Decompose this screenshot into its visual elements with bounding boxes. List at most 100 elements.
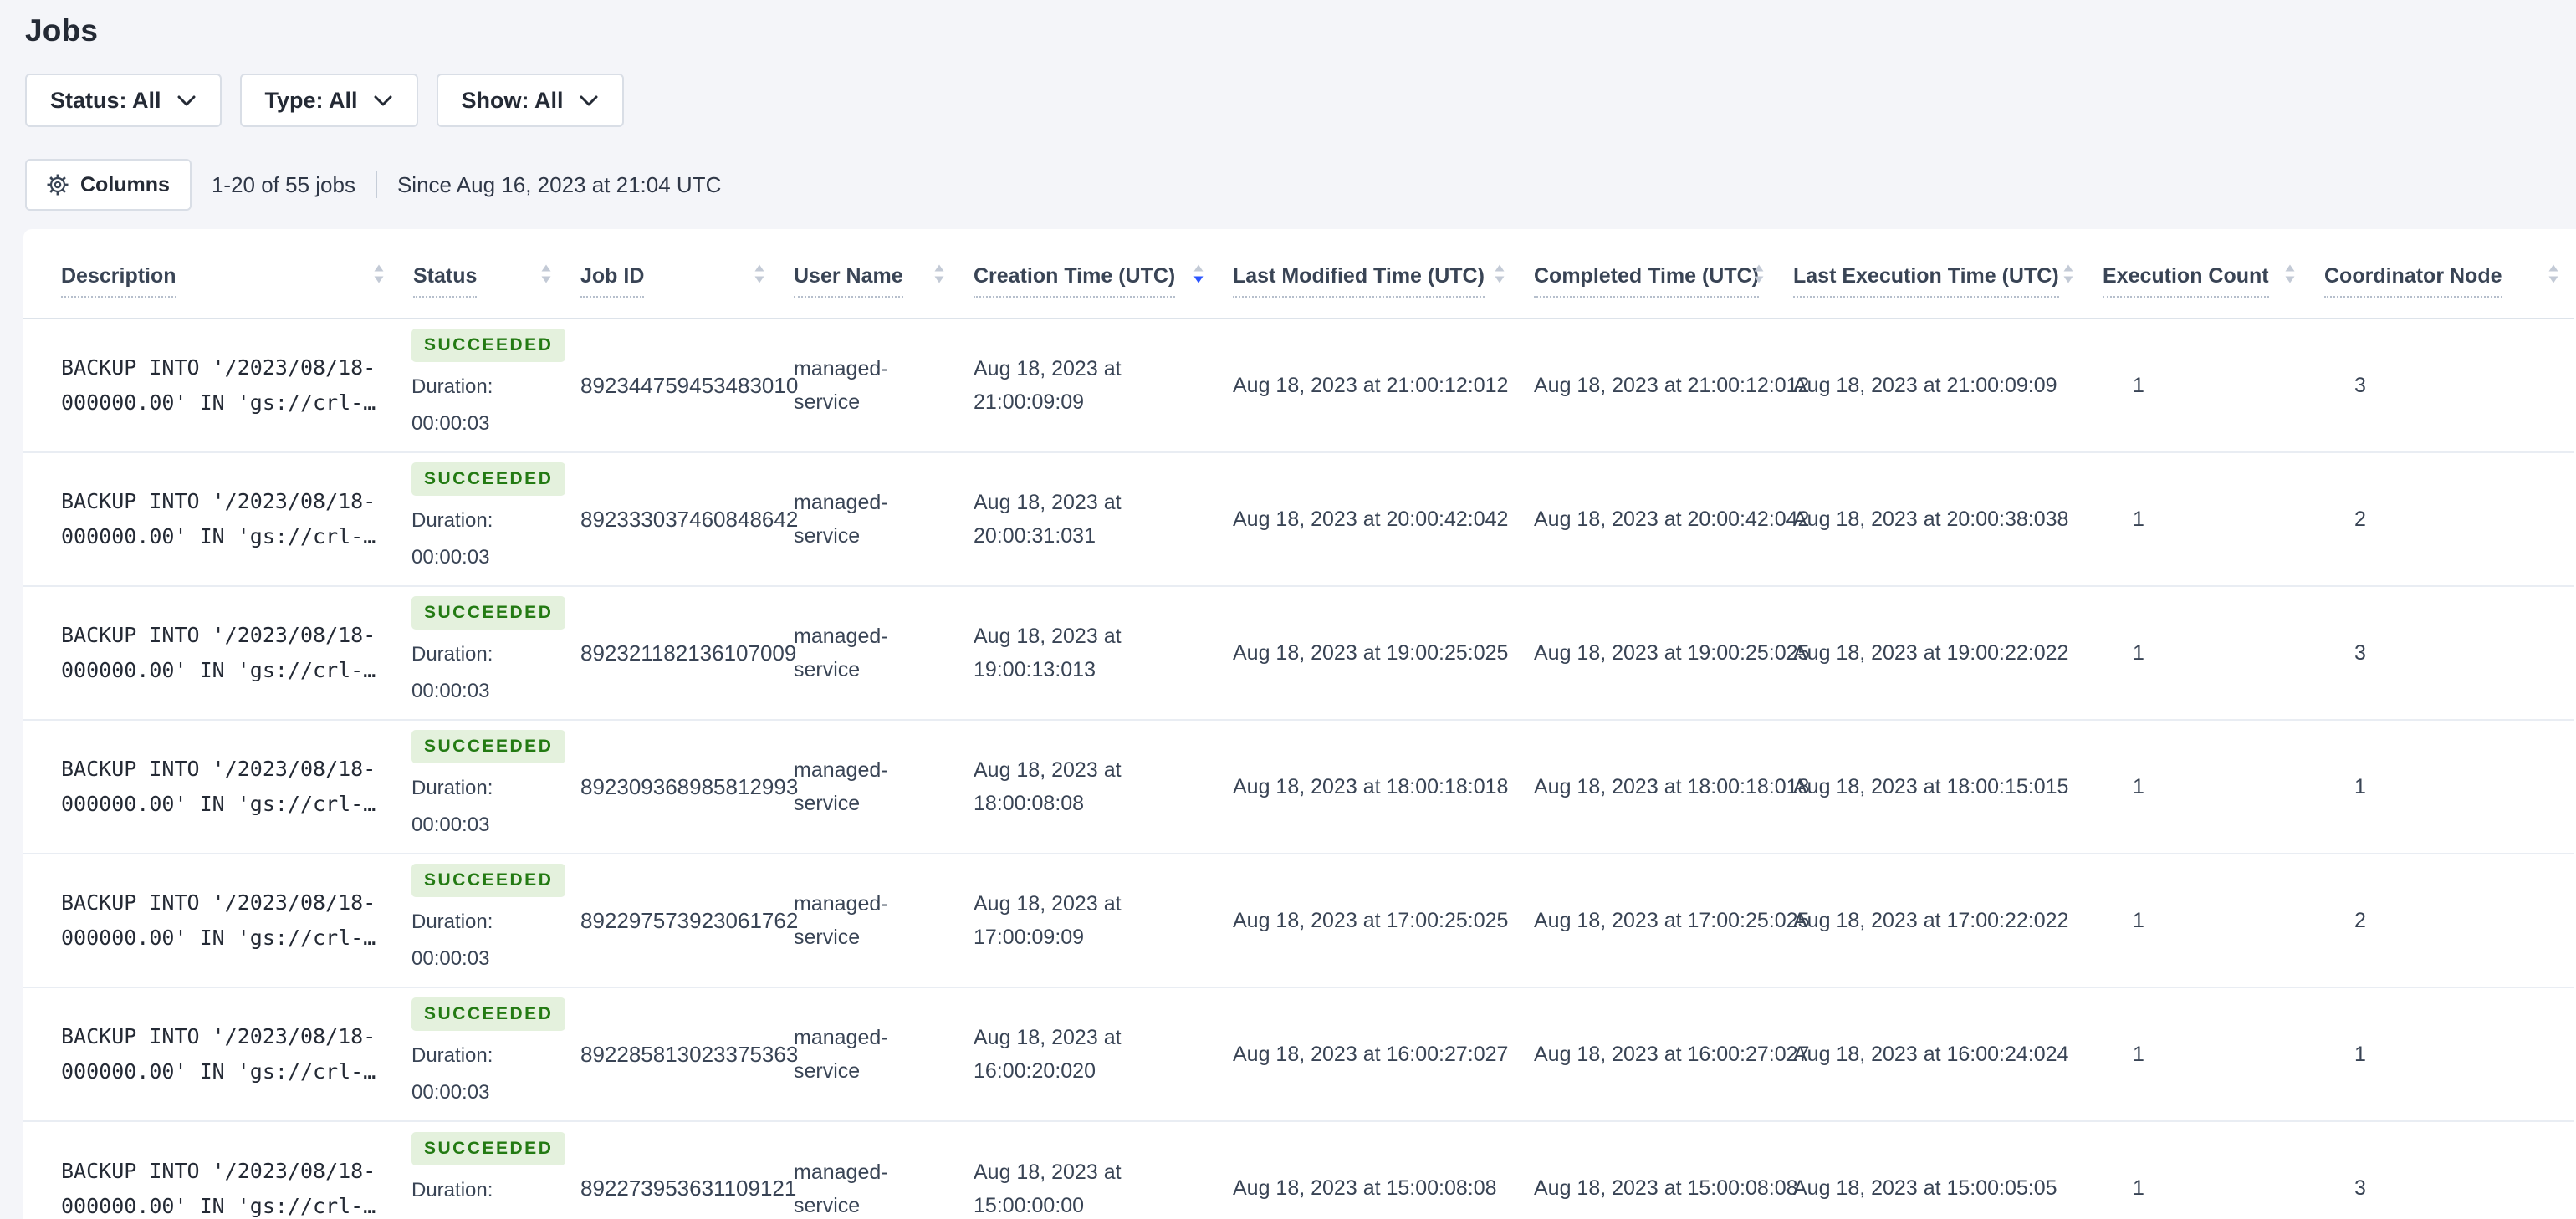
table-row: BACKUP INTO '/2023/08/18-000000.00' IN '… [23,451,2574,586]
column-header[interactable]: Description [23,229,400,319]
user-name: managed-service [794,892,888,949]
column-header-label: Status [413,264,478,298]
jobs-toolbar: Columns 1-20 of 55 jobs Since Aug 16, 20… [25,159,2576,211]
column-header[interactable]: Execution Count [2089,229,2311,319]
last-execution-time: Aug 18, 2023 at 15:00:05:05 [1780,1120,2089,1219]
user-name: managed-service [794,1026,888,1083]
page-title: Jobs [25,13,99,48]
job-description-link[interactable]: BACKUP INTO '/2023/08/18-000000.00' IN '… [61,350,394,421]
completed-time: Aug 18, 2023 at 17:00:25:025 [1521,853,1809,987]
duration-value: 00:00:03 [411,412,490,435]
jobs-table-card: Description Status Job ID User Name Crea… [23,229,2576,1219]
user-name: managed-service [794,625,888,681]
last-modified-time: Aug 18, 2023 at 17:00:25:025 [1219,853,1521,987]
since-text: Since Aug 16, 2023 at 21:04 UTC [396,171,722,197]
column-header[interactable]: Last Modified Time (UTC) [1219,229,1521,319]
duration-value: 00:00:03 [411,947,490,970]
user-name: managed-service [794,758,888,815]
execution-count: 1 [2089,853,2311,987]
show-filter-label: Show: All [461,87,564,113]
column-header[interactable]: Status [400,229,567,319]
duration-label: Duration: [411,375,493,398]
column-header-label: Description [61,264,176,298]
job-description-link[interactable]: BACKUP INTO '/2023/08/18-000000.00' IN '… [61,618,394,688]
job-description-link[interactable]: BACKUP INTO '/2023/08/18-000000.00' IN '… [61,484,394,554]
coordinator-node: 3 [2311,1120,2574,1219]
job-description-link[interactable]: BACKUP INTO '/2023/08/18-000000.00' IN '… [61,1154,394,1219]
sort-carets-icon [754,264,764,283]
job-id: 892309368985812993 [567,719,798,854]
column-header-label: Last Modified Time (UTC) [1233,264,1485,298]
column-header[interactable]: Last Execution Time (UTC) [1780,229,2089,319]
duration-value: 00:00:03 [411,814,490,836]
show-filter-dropdown[interactable]: Show: All [436,74,624,127]
creation-time: Aug 18, 2023 at 15:00:00:00 [974,1160,1122,1217]
columns-button[interactable]: Columns [25,159,192,211]
column-header-label: Completed Time (UTC) [1534,264,1759,298]
toolbar-divider [375,171,377,198]
job-description-link[interactable]: BACKUP INTO '/2023/08/18-000000.00' IN '… [61,885,394,956]
sort-carets-icon [2285,264,2295,283]
creation-time: Aug 18, 2023 at 18:00:08:08 [974,758,1122,815]
status-badge: SUCCEEDED [411,997,566,1031]
last-modified-time: Aug 18, 2023 at 15:00:08:08 [1219,1120,1521,1219]
jobs-page-content: Jobs Status: All Type: All Show: All Col… [0,0,2576,1219]
type-filter-dropdown[interactable]: Type: All [239,74,418,127]
coordinator-node: 1 [2311,987,2574,1121]
job-id: 892321182136107009 [567,585,796,720]
table-body: BACKUP INTO '/2023/08/18-000000.00' IN '… [23,319,2574,1219]
execution-count: 1 [2133,373,2144,397]
sort-carets-icon [2063,264,2073,283]
duration-value: 00:00:03 [411,680,490,702]
coordinator-node: 2 [2311,853,2574,987]
job-description-link[interactable]: BACKUP INTO '/2023/08/18-000000.00' IN '… [61,752,394,822]
status-badge: SUCCEEDED [411,864,566,897]
creation-time: Aug 18, 2023 at 20:00:31:031 [974,491,1122,548]
completed-time: Aug 18, 2023 at 20:00:42:042 [1521,451,1809,586]
type-filter-label: Type: All [264,87,358,113]
creation-time: Aug 18, 2023 at 16:00:20:020 [974,1026,1122,1083]
duration-label: Duration: [411,643,493,666]
status-filter-label: Status: All [50,87,161,113]
jobs-range-text: 1-20 of 55 jobs [211,171,355,197]
sort-carets-icon [1754,264,1764,283]
column-header[interactable]: Completed Time (UTC) [1521,229,1780,319]
gear-icon [47,174,69,196]
user-name: managed-service [794,1160,888,1217]
duration-label: Duration: [411,509,493,532]
status-badge: SUCCEEDED [411,596,566,630]
duration-value: 00:00:03 [411,546,490,569]
last-modified-time: Aug 18, 2023 at 18:00:18:018 [1219,719,1521,854]
column-header[interactable]: Coordinator Node [2311,229,2574,319]
column-header[interactable]: User Name [780,229,960,319]
duration-label: Duration: [411,777,493,799]
completed-time: Aug 18, 2023 at 15:00:08:08 [1521,1120,1798,1219]
execution-count: 1 [2089,585,2311,720]
user-name: managed-service [794,491,888,548]
chevron-down-icon [374,95,392,105]
status-badge: SUCCEEDED [411,730,566,763]
last-execution-time: Aug 18, 2023 at 16:00:24:024 [1780,987,2089,1121]
table-row: BACKUP INTO '/2023/08/18-000000.00' IN '… [23,319,2574,452]
column-header[interactable]: Creation Time (UTC) [960,229,1219,319]
status-badge: SUCCEEDED [411,462,566,496]
job-description-link[interactable]: BACKUP INTO '/2023/08/18-000000.00' IN '… [61,1019,394,1089]
job-id: 892285813023375363 [567,987,798,1121]
column-header-label: Execution Count [2103,264,2269,298]
duration-value: 00:00:03 [411,1081,490,1104]
duration-label: Duration: [411,1044,493,1067]
sort-carets-icon [374,264,384,283]
jobs-page: { "page": { "title": "Jobs" }, "filters"… [0,0,2576,1219]
coordinator-node: 3 [2354,373,2366,397]
user-name: managed-service [794,357,888,414]
execution-count: 1 [2089,1120,2311,1219]
column-header-label: User Name [794,264,903,298]
completed-time: Aug 18, 2023 at 21:00:12:012 [1534,373,1810,397]
table-row: BACKUP INTO '/2023/08/18-000000.00' IN '… [23,719,2574,854]
chevron-down-icon [177,95,196,105]
completed-time: Aug 18, 2023 at 19:00:25:025 [1521,585,1809,720]
status-filter-dropdown[interactable]: Status: All [25,74,222,127]
column-header[interactable]: Job ID [567,229,780,319]
last-execution-time: Aug 18, 2023 at 17:00:22:022 [1780,853,2089,987]
completed-time: Aug 18, 2023 at 16:00:27:027 [1521,987,1809,1121]
